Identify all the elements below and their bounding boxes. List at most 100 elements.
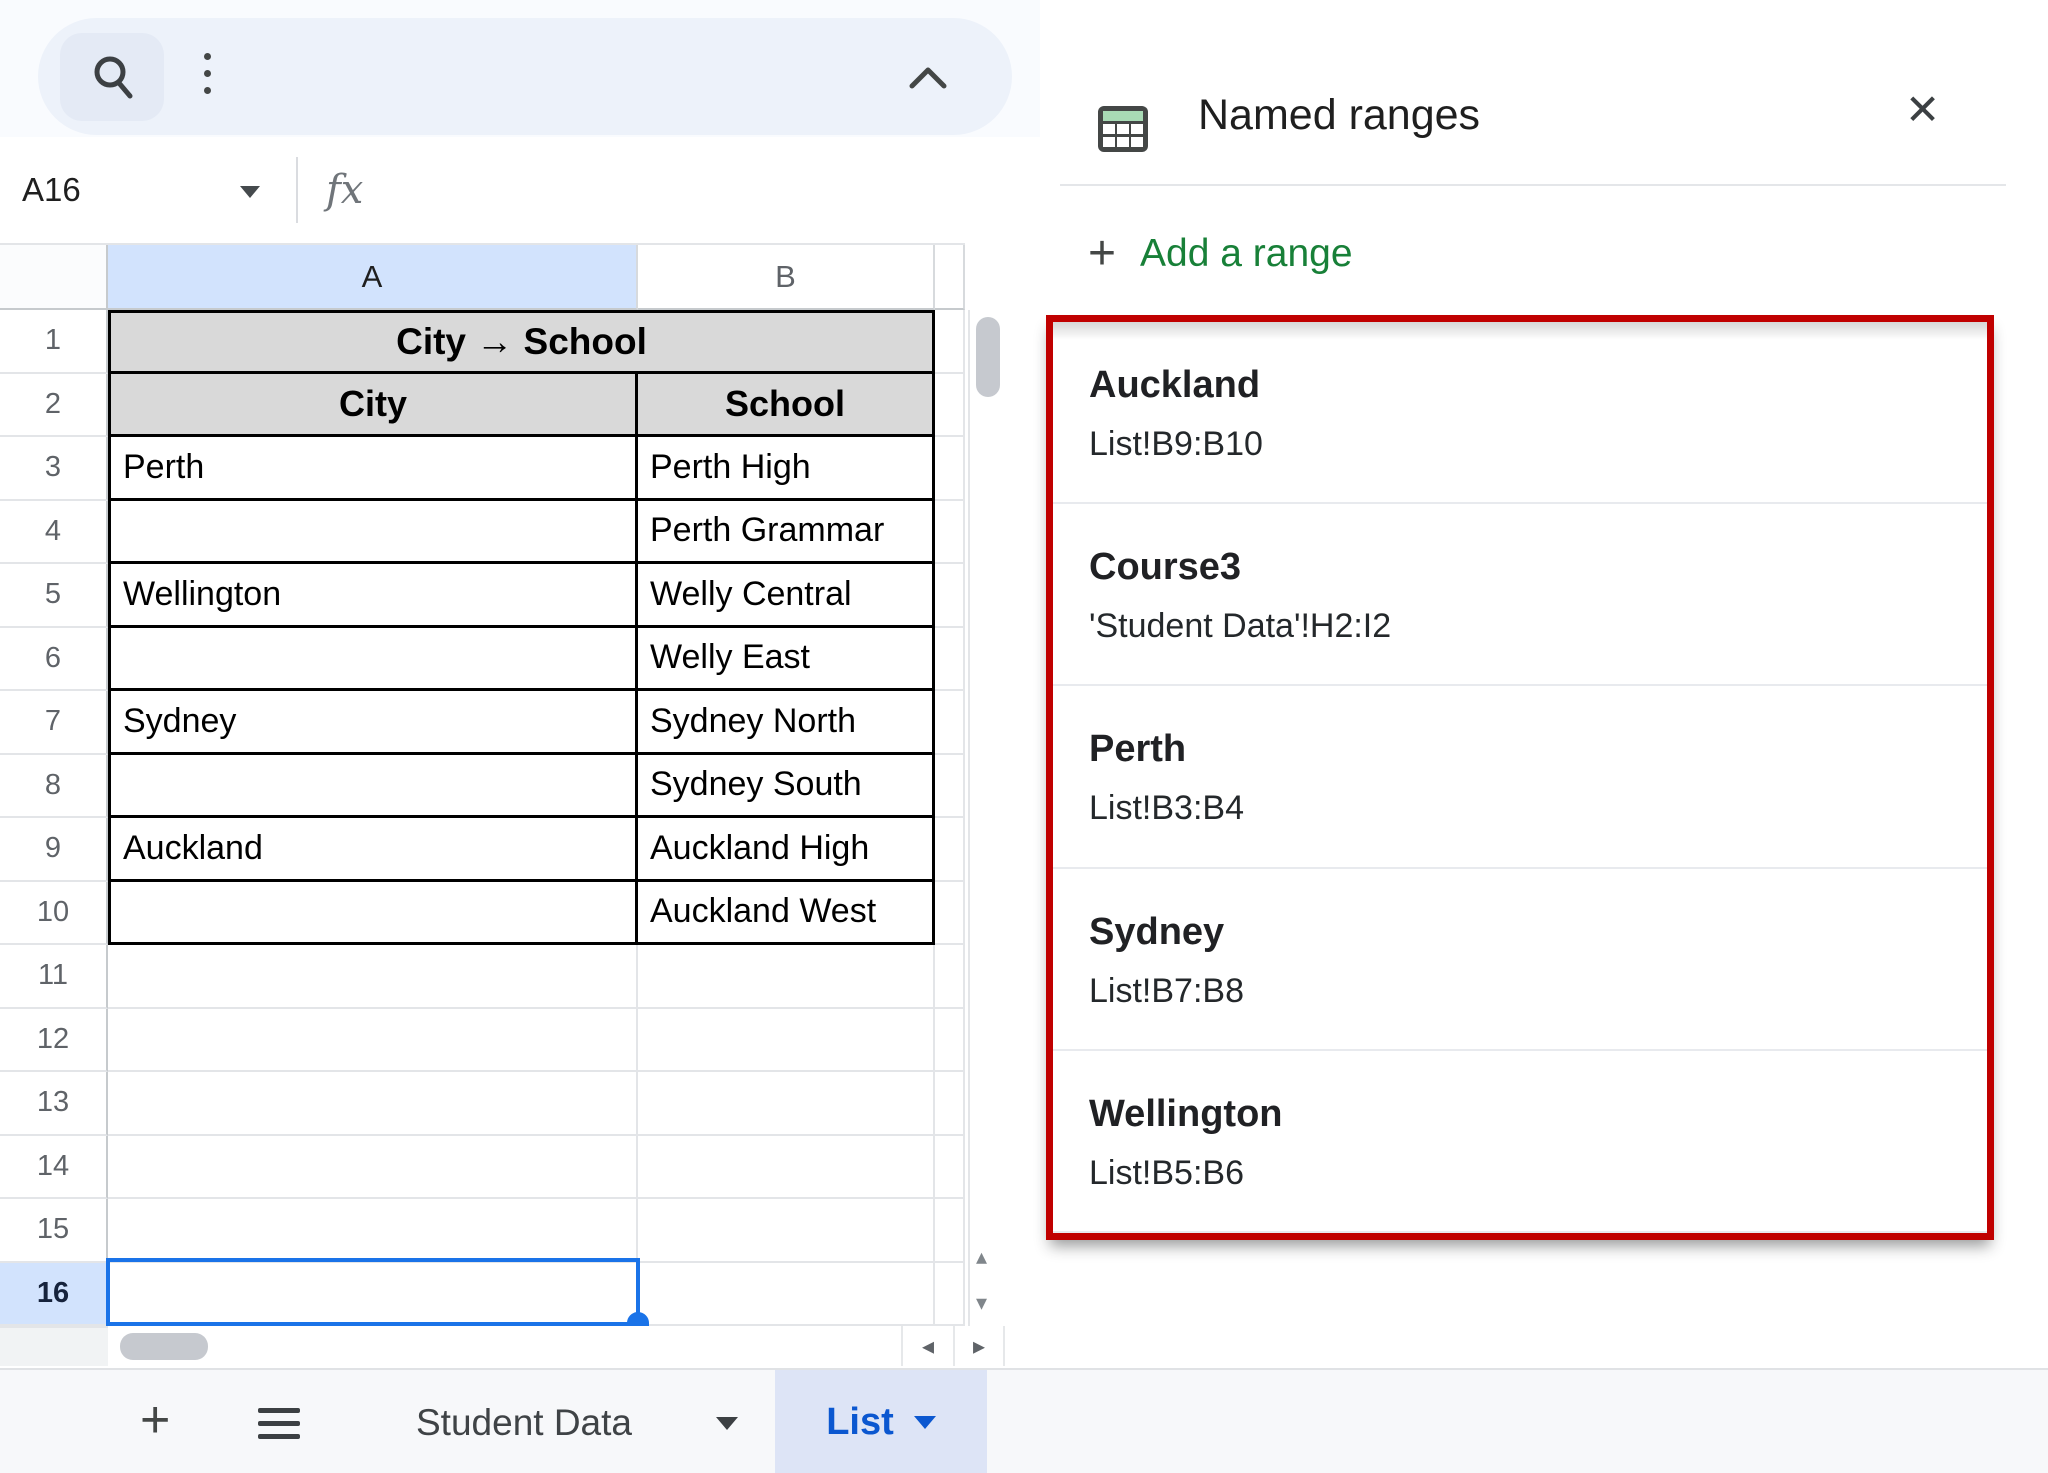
cell-B10[interactable]: Auckland West	[638, 882, 935, 946]
cell-B14[interactable]	[638, 1136, 935, 1200]
cell-A9[interactable]: Auckland	[108, 818, 638, 882]
horizontal-scrollbar-track[interactable]	[108, 1326, 1005, 1366]
cell-A11[interactable]	[108, 945, 638, 1009]
column-header-gutter	[935, 245, 965, 310]
all-sheets-icon[interactable]	[258, 1408, 300, 1439]
cell-A4[interactable]	[108, 501, 638, 565]
tab-list-active[interactable]: List	[775, 1370, 987, 1473]
row-header-6[interactable]: 6	[0, 628, 108, 692]
cell-A15[interactable]	[108, 1199, 638, 1263]
select-all-corner[interactable]	[0, 245, 108, 310]
spreadsheet-grid: AB 1City → School2CitySchool 3PerthPerth H…	[0, 243, 965, 1326]
named-range-item[interactable]: SydneyList!B7:B8	[1053, 867, 1987, 1049]
cell-B15[interactable]	[638, 1199, 935, 1263]
cell-B11[interactable]	[638, 945, 935, 1009]
named-range-item[interactable]: WellingtonList!B5:B6	[1053, 1049, 1987, 1233]
row-header-1[interactable]: 1	[0, 310, 108, 374]
row-header-11[interactable]: 11	[0, 945, 108, 1009]
tab-list-dropdown-icon[interactable]	[914, 1416, 936, 1429]
cell-gutter-12[interactable]	[935, 1009, 965, 1073]
cell-B9[interactable]: Auckland High	[638, 818, 935, 882]
row-header-9[interactable]: 9	[0, 818, 108, 882]
row-header-16[interactable]: 16	[0, 1263, 108, 1327]
column-header-B[interactable]: B	[638, 245, 935, 310]
cell-gutter-9[interactable]	[935, 818, 965, 882]
tab-student-data-dropdown-icon[interactable]	[716, 1417, 738, 1430]
cell-A5[interactable]: Wellington	[108, 564, 638, 628]
collapsed-toolbar	[38, 18, 1012, 135]
column-header-A[interactable]: A	[108, 245, 638, 310]
cell-gutter-14[interactable]	[935, 1136, 965, 1200]
close-icon[interactable]: ✕	[1905, 86, 1940, 134]
cell-A3[interactable]: Perth	[108, 437, 638, 501]
add-a-range-button[interactable]: + Add a range	[1088, 222, 1353, 286]
cell-gutter-4[interactable]	[935, 501, 965, 565]
cell-A13[interactable]	[108, 1072, 638, 1136]
row-header-12[interactable]: 12	[0, 1009, 108, 1073]
fx-icon[interactable]: fx	[326, 137, 363, 243]
active-cell-selection[interactable]	[106, 1258, 640, 1326]
cell-gutter-10[interactable]	[935, 882, 965, 946]
row-header-14[interactable]: 14	[0, 1136, 108, 1200]
cell-gutter-1[interactable]	[935, 310, 965, 374]
name-box-dropdown-icon[interactable]	[240, 186, 260, 198]
named-range-item[interactable]: AucklandList!B9:B10	[1053, 322, 1987, 502]
cell-gutter-16[interactable]	[935, 1263, 965, 1327]
row-header-5[interactable]: 5	[0, 564, 108, 628]
row-header-7[interactable]: 7	[0, 691, 108, 755]
add-sheet-icon[interactable]: +	[140, 1370, 170, 1473]
vertical-scrollbar-track[interactable]	[968, 310, 1006, 1328]
merged-title-cell[interactable]: City → School	[108, 310, 935, 374]
vertical-scrollbar-thumb[interactable]	[976, 317, 1000, 397]
row-header-15[interactable]: 15	[0, 1199, 108, 1263]
row-header-13[interactable]: 13	[0, 1072, 108, 1136]
cell-gutter-3[interactable]	[935, 437, 965, 501]
cell-gutter-5[interactable]	[935, 564, 965, 628]
add-a-range-label: Add a range	[1140, 232, 1353, 276]
cell-gutter-13[interactable]	[935, 1072, 965, 1136]
collapse-toolbar-icon[interactable]	[906, 64, 950, 97]
cell-A6[interactable]	[108, 628, 638, 692]
scroll-up-icon[interactable]: ▴	[976, 1246, 987, 1268]
cell-B12[interactable]	[638, 1009, 935, 1073]
cell-A14[interactable]	[108, 1136, 638, 1200]
scroll-right-icon[interactable]: ▸	[953, 1326, 1005, 1366]
cell-A7[interactable]: Sydney	[108, 691, 638, 755]
cell-B16[interactable]	[638, 1263, 935, 1327]
cell-A10[interactable]	[108, 882, 638, 946]
cell-gutter-6[interactable]	[935, 628, 965, 692]
cell-B4[interactable]: Perth Grammar	[638, 501, 935, 565]
named-range-item[interactable]: PerthList!B3:B4	[1053, 684, 1987, 866]
cell-B13[interactable]	[638, 1072, 935, 1136]
cell-B8[interactable]: Sydney South	[638, 755, 935, 819]
row-header-2[interactable]: 2	[0, 374, 108, 438]
city-header-cell[interactable]: City	[108, 374, 638, 438]
scroll-down-icon[interactable]: ▾	[976, 1292, 987, 1314]
school-header-cell[interactable]: School	[638, 374, 935, 438]
cell-gutter-7[interactable]	[935, 691, 965, 755]
cell-gutter-2[interactable]	[935, 374, 965, 438]
cell-B7[interactable]: Sydney North	[638, 691, 935, 755]
scroll-left-icon[interactable]: ◂	[901, 1326, 953, 1366]
row-header-3[interactable]: 3	[0, 437, 108, 501]
named-range-item[interactable]: Course3'Student Data'!H2:I2	[1053, 502, 1987, 684]
row-header-10[interactable]: 10	[0, 882, 108, 946]
horizontal-scrollbar-thumb[interactable]	[120, 1333, 208, 1360]
cell-B5[interactable]: Welly Central	[638, 564, 935, 628]
named-range-reference: 'Student Data'!H2:I2	[1089, 604, 1987, 648]
tab-student-data[interactable]: Student Data	[416, 1370, 632, 1473]
cell-B6[interactable]: Welly East	[638, 628, 935, 692]
more-options-icon[interactable]	[204, 53, 211, 94]
cell-A12[interactable]	[108, 1009, 638, 1073]
cell-gutter-15[interactable]	[935, 1199, 965, 1263]
cell-A8[interactable]	[108, 755, 638, 819]
name-box[interactable]: A16	[22, 137, 81, 243]
panel-title: Named ranges	[1198, 91, 1480, 140]
row-header-4[interactable]: 4	[0, 501, 108, 565]
row-header-8[interactable]: 8	[0, 755, 108, 819]
cell-gutter-8[interactable]	[935, 755, 965, 819]
search-icon[interactable]	[86, 50, 142, 111]
cell-B3[interactable]: Perth High	[638, 437, 935, 501]
named-ranges-icon	[1094, 100, 1152, 163]
cell-gutter-11[interactable]	[935, 945, 965, 1009]
